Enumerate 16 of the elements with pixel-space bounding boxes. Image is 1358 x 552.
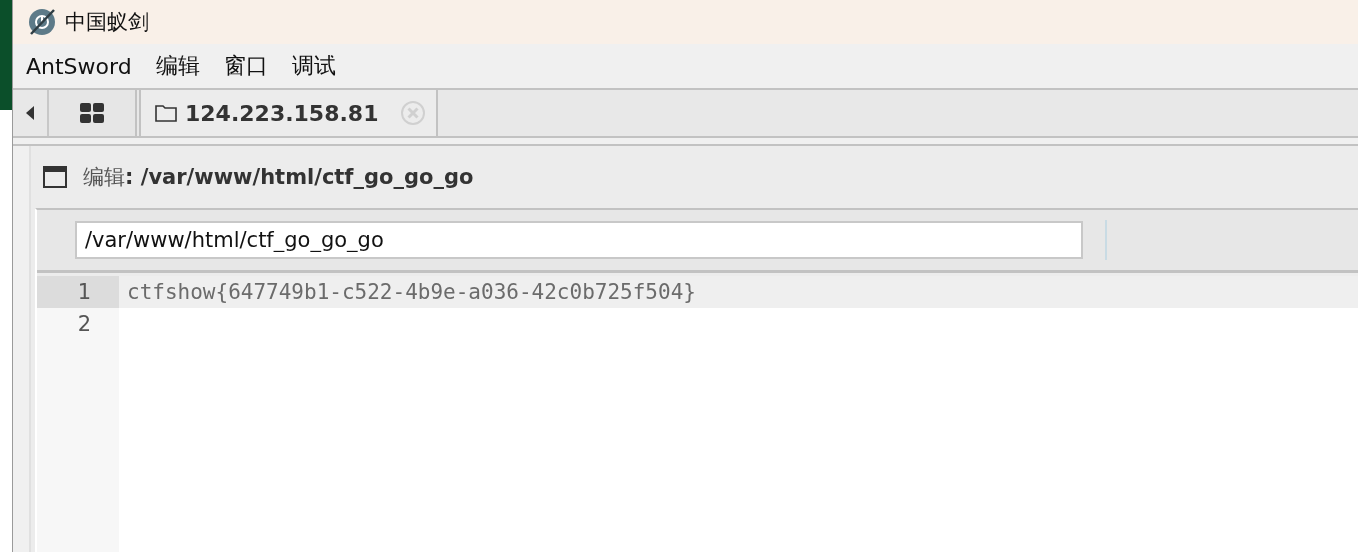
app-logo-icon (27, 7, 57, 37)
grid-icon (80, 103, 104, 123)
menu-item[interactable]: AntSword (26, 53, 132, 79)
editor-title: 编辑: /var/www/html/ctf_go_go_go (83, 164, 474, 191)
scroll-left-icon[interactable] (26, 106, 34, 120)
window-icon (43, 166, 67, 188)
line-number: 2 (76, 311, 92, 338)
menu-item[interactable]: 窗口 (223, 51, 268, 81)
window-title: 中国蚁剑 (65, 9, 149, 36)
menu-item[interactable]: 编辑 (155, 51, 200, 81)
path-field[interactable]: /var/www/html/ctf_go_go_go (75, 221, 1083, 259)
code-line: ctfshow{647749b1-c522-4b9e-a036-42c0b725f504} (126, 280, 696, 304)
menu-item[interactable]: 调试 (291, 51, 336, 81)
tab[interactable]: 124.223.158.81 (139, 90, 439, 136)
line-number: 1 (37, 276, 119, 308)
folder-icon (155, 104, 177, 122)
